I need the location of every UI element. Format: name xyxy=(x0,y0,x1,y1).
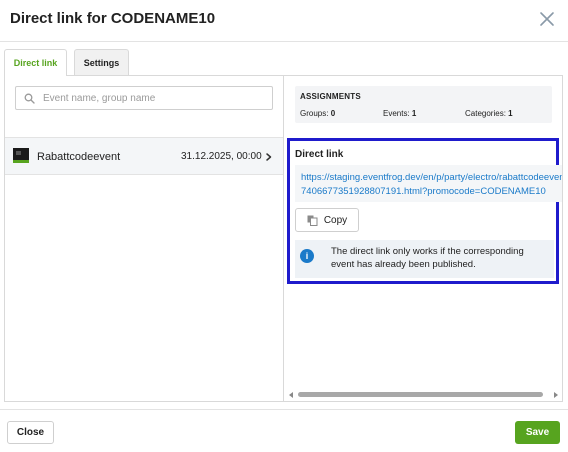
groups-value: 0 xyxy=(330,109,336,118)
event-list-item[interactable]: Rabattcodeevent 31.12.2025, 00:00 xyxy=(5,137,283,175)
event-list-pane: Rabattcodeevent 31.12.2025, 00:00 xyxy=(5,76,284,401)
search-icon xyxy=(24,93,35,104)
direct-link-url[interactable]: https://staging.eventfrog.dev/en/p/party… xyxy=(301,171,562,199)
tab-direct-link[interactable]: Direct link xyxy=(4,49,67,76)
info-text: The direct link only works if the corres… xyxy=(331,246,524,270)
horizontal-scrollbar[interactable] xyxy=(285,390,562,400)
copy-button-label: Copy xyxy=(323,214,348,226)
event-date: 31.12.2025, 00:00 xyxy=(181,151,262,162)
categories-value: 1 xyxy=(508,109,513,118)
scroll-right-arrow-icon[interactable] xyxy=(554,392,558,398)
info-message: i The direct link only works if the corr… xyxy=(295,240,554,278)
tab-panel: Rabattcodeevent 31.12.2025, 00:00 ASSIGN… xyxy=(4,75,563,402)
scrollbar-thumb[interactable] xyxy=(298,392,543,397)
chevron-right-icon xyxy=(266,153,272,161)
categories-stat: Categories: 1 xyxy=(465,109,513,118)
groups-label: Groups: xyxy=(300,109,329,118)
direct-link-section: Direct link https://staging.eventfrog.de… xyxy=(287,138,562,284)
events-label: Events: xyxy=(383,109,410,118)
search-box xyxy=(15,86,273,110)
scroll-left-arrow-icon[interactable] xyxy=(289,392,293,398)
events-stat: Events: 1 xyxy=(383,109,416,118)
close-icon[interactable] xyxy=(538,10,556,28)
link-details-pane: ASSIGNMENTS Groups: 0 Events: 1 Categori… xyxy=(285,76,562,401)
groups-stat: Groups: 0 xyxy=(300,109,335,118)
dialog-header: Direct link for CODENAME10 xyxy=(0,0,568,42)
event-name: Rabattcodeevent xyxy=(37,151,121,163)
dialog-footer: Close Save xyxy=(0,409,568,452)
info-icon: i xyxy=(300,249,314,263)
save-button[interactable]: Save xyxy=(515,421,560,444)
copy-icon xyxy=(307,215,318,226)
copy-button[interactable]: Copy xyxy=(295,208,359,232)
search-input[interactable] xyxy=(43,92,263,104)
categories-label: Categories: xyxy=(465,109,506,118)
assignments-title: ASSIGNMENTS xyxy=(300,92,361,101)
tab-settings[interactable]: Settings xyxy=(74,49,129,75)
dialog-title: Direct link for CODENAME10 xyxy=(10,10,216,27)
events-value: 1 xyxy=(411,109,417,118)
direct-link-box: https://staging.eventfrog.dev/en/p/party… xyxy=(295,165,562,202)
event-thumbnail xyxy=(13,148,29,163)
assignments-box: ASSIGNMENTS Groups: 0 Events: 1 Categori… xyxy=(295,86,552,123)
close-button[interactable]: Close xyxy=(7,421,54,444)
direct-link-title: Direct link xyxy=(295,149,344,160)
